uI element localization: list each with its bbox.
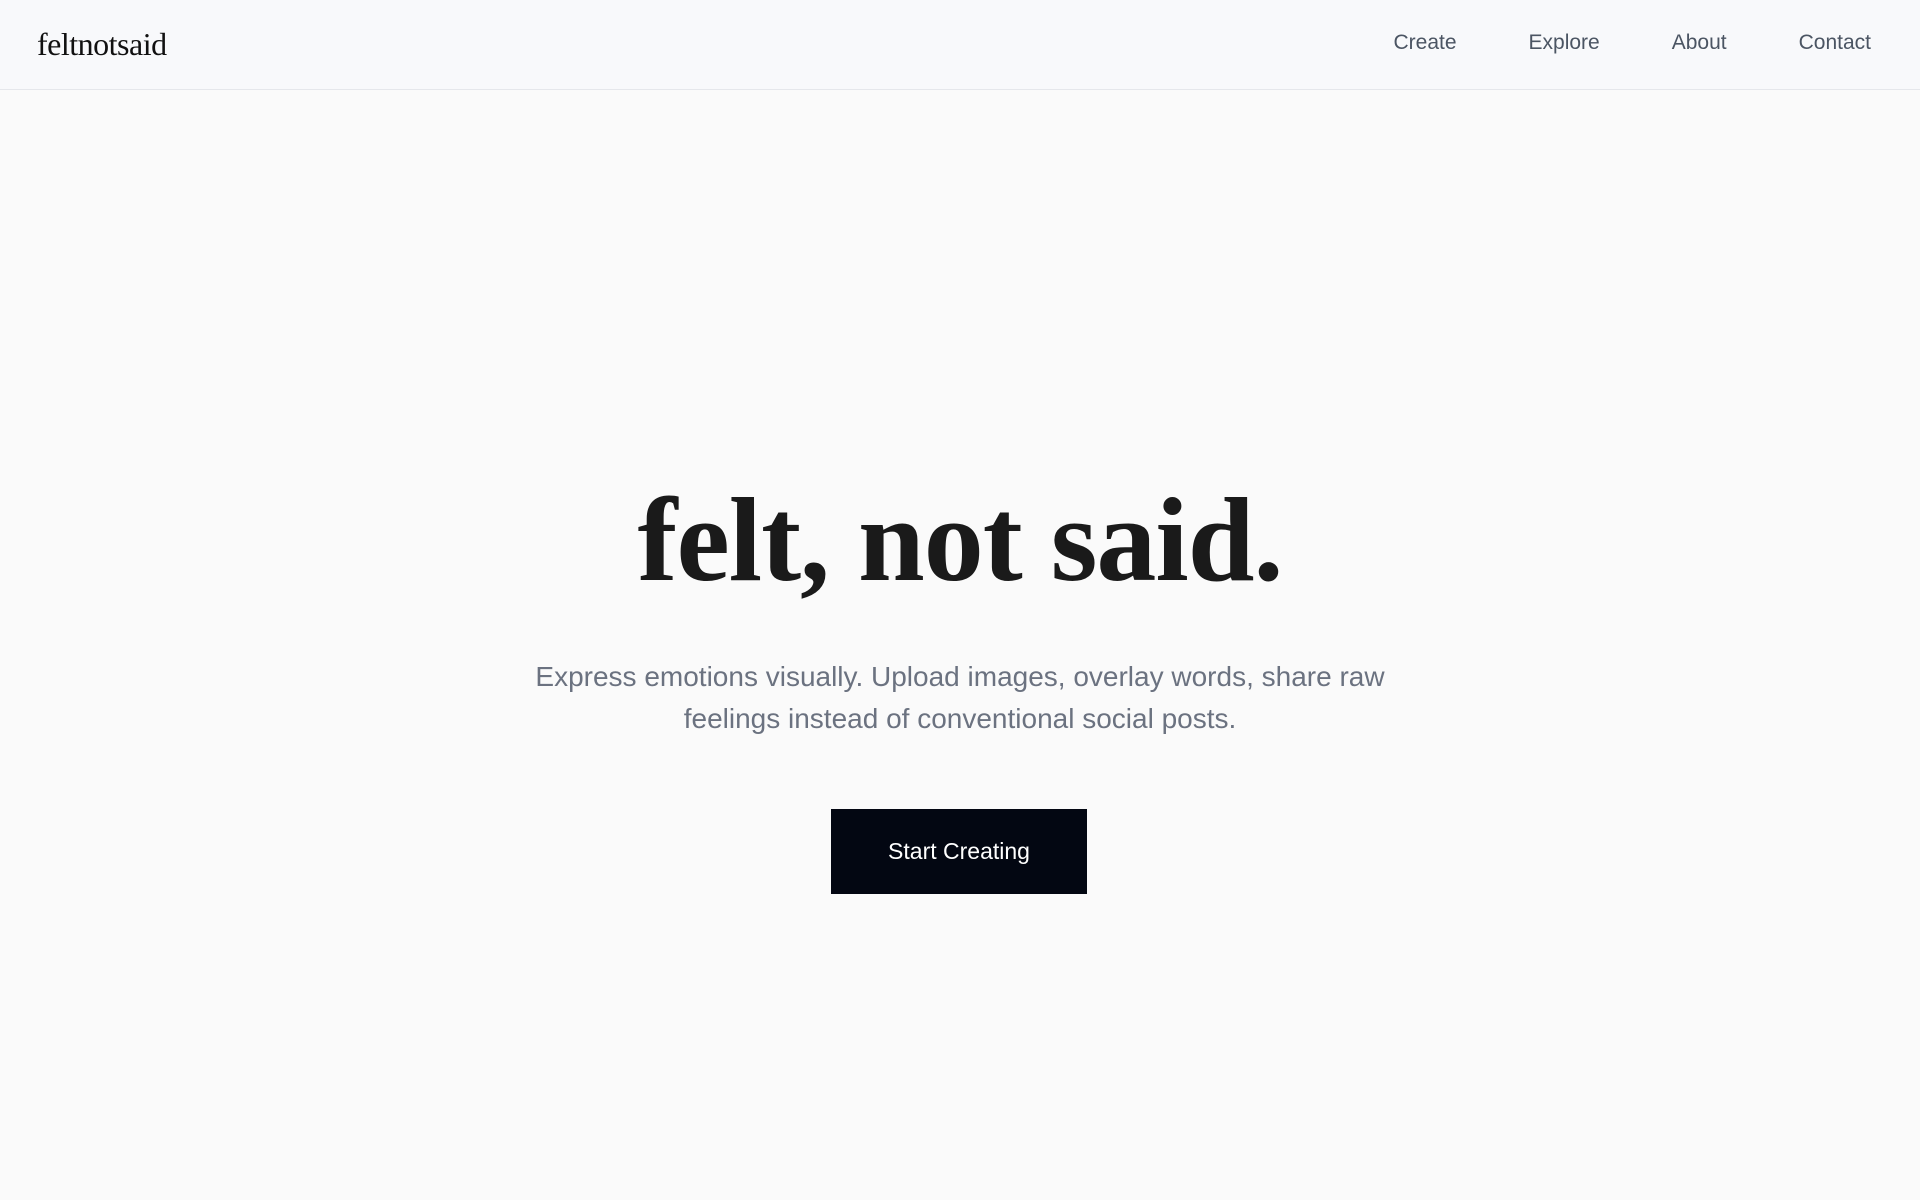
- start-creating-button[interactable]: Start Creating: [831, 809, 1087, 894]
- main-nav: Create Explore About Contact: [1322, 31, 1872, 55]
- site-header: feltnotsaid Create Explore About Contact: [0, 0, 1920, 90]
- nav-explore[interactable]: Explore: [1529, 31, 1600, 55]
- nav-contact[interactable]: Contact: [1799, 31, 1871, 55]
- nav-about[interactable]: About: [1672, 31, 1727, 55]
- nav-create[interactable]: Create: [1394, 31, 1457, 55]
- hero-subtitle: Express emotions visually. Upload images…: [535, 661, 1385, 734]
- hero-title: felt, not said.: [637, 473, 1284, 606]
- logo[interactable]: feltnotsaid: [37, 26, 167, 63]
